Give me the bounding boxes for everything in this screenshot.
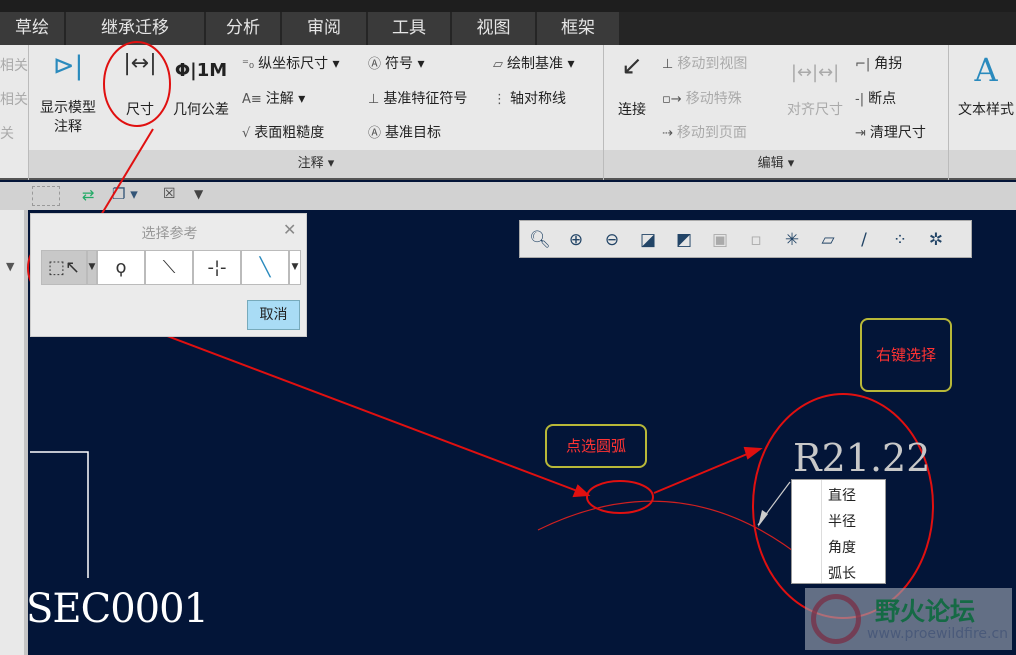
section-label: SEC0001	[26, 586, 209, 632]
line-icon: ╲	[259, 257, 271, 278]
tangent-icon: ϙ	[115, 257, 127, 278]
intersection-icon: -¦-	[207, 257, 227, 278]
csys-display-icon[interactable]: ⁘	[886, 227, 914, 253]
datum-planes-icon[interactable]: ✳	[778, 227, 806, 253]
menu-item-angle[interactable]: 角度	[828, 537, 856, 557]
saved-views-icon[interactable]: ▣	[706, 227, 734, 253]
arrowhead	[572, 484, 591, 498]
tangent-button[interactable]: ϙ	[97, 250, 145, 285]
select-dropdown-icon[interactable]: ▼	[87, 250, 97, 285]
select-reference-dialog: 选择参考 ✕ ⬚↖ ▼ ϙ ⟍ -¦- ╲ ▼ 取消	[30, 213, 307, 337]
cancel-button[interactable]: 取消	[247, 300, 300, 330]
intersection-button[interactable]: -¦-	[193, 250, 241, 285]
watermark: 野火论坛 www.proewildfire.cn	[805, 588, 1012, 650]
arc-entity[interactable]	[537, 500, 806, 561]
zoom-in-icon[interactable]: ⊕	[562, 227, 590, 253]
close-icon[interactable]: ✕	[283, 220, 296, 239]
watermark-name: 野火论坛	[875, 597, 976, 626]
midpoint-icon: ⟍	[162, 257, 176, 278]
two-point-line-button[interactable]: ╲	[241, 250, 289, 285]
more-refs-dropdown-icon[interactable]: ▼	[289, 250, 301, 285]
menu-item-arc-length[interactable]: 弧长	[828, 563, 856, 583]
zoom-out-icon[interactable]: ⊖	[598, 227, 626, 253]
annotation-display-icon[interactable]: ✲	[922, 227, 950, 253]
callout-pick-arc: 点选圆弧	[545, 424, 647, 468]
menu-item-radius[interactable]: 半径	[828, 511, 856, 531]
select-entity-button[interactable]: ⬚↖	[41, 250, 87, 285]
view-toolbar: 🔍︎ ⊕ ⊖ ◪ ◩ ▣ ▫ ✳ ▱ / ⁘ ✲	[519, 220, 972, 258]
highlight-circle-arc	[586, 480, 654, 514]
callout-right-click: 右键选择	[860, 318, 952, 392]
arrow-to-menu	[653, 451, 753, 494]
display-style-icon[interactable]: ◩	[670, 227, 698, 253]
cursor-select-icon: ⬚↖	[47, 257, 81, 278]
arrowhead	[743, 446, 763, 460]
zoom-fit-icon[interactable]: 🔍︎	[526, 227, 554, 253]
watermark-url: www.proewildfire.cn	[867, 626, 1009, 642]
dialog-title: 选择参考	[141, 226, 198, 242]
radius-dimension[interactable]: R21.22	[793, 436, 930, 480]
view-manager-icon[interactable]: ▫	[742, 227, 770, 253]
leader-arrow	[758, 510, 768, 527]
point-display-icon[interactable]: /	[850, 227, 878, 253]
highlight-circle-dimension	[103, 41, 171, 127]
datum-axes-icon[interactable]: ▱	[814, 227, 842, 253]
context-menu: 直径 半径 角度 弧长	[791, 479, 886, 584]
section-frame	[30, 451, 89, 578]
menu-item-diameter[interactable]: 直径	[828, 485, 856, 505]
watermark-logo-icon	[811, 594, 861, 644]
repaint-icon[interactable]: ◪	[634, 227, 662, 253]
midpoint-button[interactable]: ⟍	[145, 250, 193, 285]
